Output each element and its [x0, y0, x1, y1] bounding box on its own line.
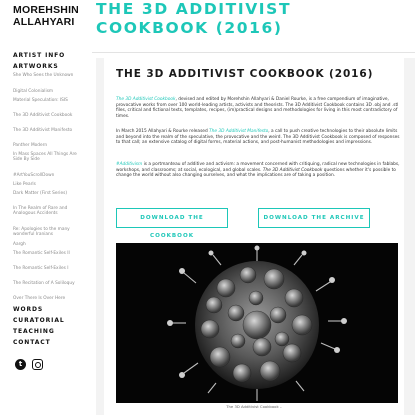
sidebar: MOREHSHIN ALLAHYARI ARTIST INFO ARTWORKS… [0, 0, 92, 415]
main-area: THE 3D ADDITIVIST COOKBOOK (2016) The 3D… [96, 58, 415, 415]
sculpture-illustration [116, 243, 398, 403]
manifesto-link[interactable]: The 3D Additivist Manifesto [209, 129, 268, 134]
artwork-item[interactable]: The 3D Additivist Manifesto [13, 128, 87, 133]
artwork-item[interactable]: Like Pearls [13, 182, 87, 187]
content-card: THE 3D ADDITIVIST COOKBOOK (2016) The 3D… [104, 58, 404, 415]
artwork-item[interactable]: In Mass Spaces All Things Are Side By Si… [13, 152, 87, 162]
artwork-item[interactable]: Panther Modern [13, 143, 87, 148]
additivism-paragraph: #Additivism is a portmanteau of additive… [116, 162, 402, 179]
instagram-icon[interactable] [32, 359, 43, 370]
download-archive-button[interactable]: DOWNLOAD THE ARCHIVE [258, 208, 370, 228]
artwork-item[interactable]: Re: Apologies to the many wonderful Iran… [13, 227, 87, 237]
logo-line-1[interactable]: MOREHSHIN [13, 4, 79, 16]
artwork-item[interactable]: Material Speculation: ISIS [13, 98, 87, 103]
download-cookbook-button[interactable]: DOWNLOAD THE COOKBOOK [116, 208, 228, 239]
artwork-item[interactable]: Aargh [13, 242, 87, 247]
nav-artworks[interactable]: ARTWORKS [13, 63, 59, 70]
nav-words[interactable]: WORDS [13, 306, 43, 313]
social-links: t [15, 359, 43, 370]
artwork-item[interactable]: The Romantic Self-Exiles II [13, 251, 87, 256]
nav-contact[interactable]: CONTACT [13, 339, 51, 346]
page-header: THE 3D ADDITIVIST COOKBOOK (2016) [92, 0, 415, 52]
artwork-item[interactable]: In The Realm of Rare and Analogous Accid… [13, 206, 87, 216]
artwork-item[interactable]: The 3D Additivist Cookbook [13, 113, 87, 118]
artist-logo[interactable]: MOREHSHIN ALLAHYARI [13, 4, 79, 28]
artwork-item[interactable]: #ArtYouScrollDown [13, 173, 87, 178]
additivism-title: The 3D Additivist Cookbook [262, 167, 323, 173]
cookbook-link[interactable]: The 3D Additivist Cookbook [116, 97, 175, 102]
page-title: THE 3D ADDITIVIST COOKBOOK (2016) [116, 68, 374, 80]
site-title: THE 3D ADDITIVIST COOKBOOK (2016) [96, 0, 291, 38]
artwork-item[interactable]: Dark Matter (First Series) [13, 191, 87, 196]
site-title-line-2: COOKBOOK (2016) [96, 19, 283, 37]
artwork-item[interactable]: Over There Is Over Here [13, 296, 87, 301]
manifesto-text-a: In March 2015 Allahyari & Rourke release… [116, 129, 210, 134]
nav-teaching[interactable]: TEACHING [13, 328, 55, 335]
logo-line-2[interactable]: ALLAHYARI [13, 16, 79, 28]
artwork-item[interactable]: Digital Colonialism [13, 89, 87, 94]
artwork-item[interactable]: The Recitation of A Soliloquy [13, 281, 87, 286]
nav-artist-info[interactable]: ARTIST INFO [13, 52, 65, 59]
additivism-link[interactable]: #Additivism [116, 162, 142, 167]
artwork-item[interactable]: She Who Sees the Unknown [13, 73, 87, 78]
artwork-item[interactable]: The Romantic Self-Exiles I [13, 266, 87, 271]
header-divider [92, 52, 415, 53]
image-caption: The 3D Additivist Cookbook – [226, 404, 282, 409]
nav-curatorial[interactable]: CURATORIAL [13, 317, 65, 324]
site-title-line-1: THE 3D ADDITIVIST [96, 0, 292, 18]
manifesto-paragraph: In March 2015 Allahyari & Rourke release… [116, 129, 402, 146]
tumblr-icon[interactable]: t [15, 359, 26, 370]
intro-paragraph: The 3D Additivist Cookbook, devised and … [116, 97, 402, 119]
cookbook-sculpture-image [116, 243, 398, 403]
